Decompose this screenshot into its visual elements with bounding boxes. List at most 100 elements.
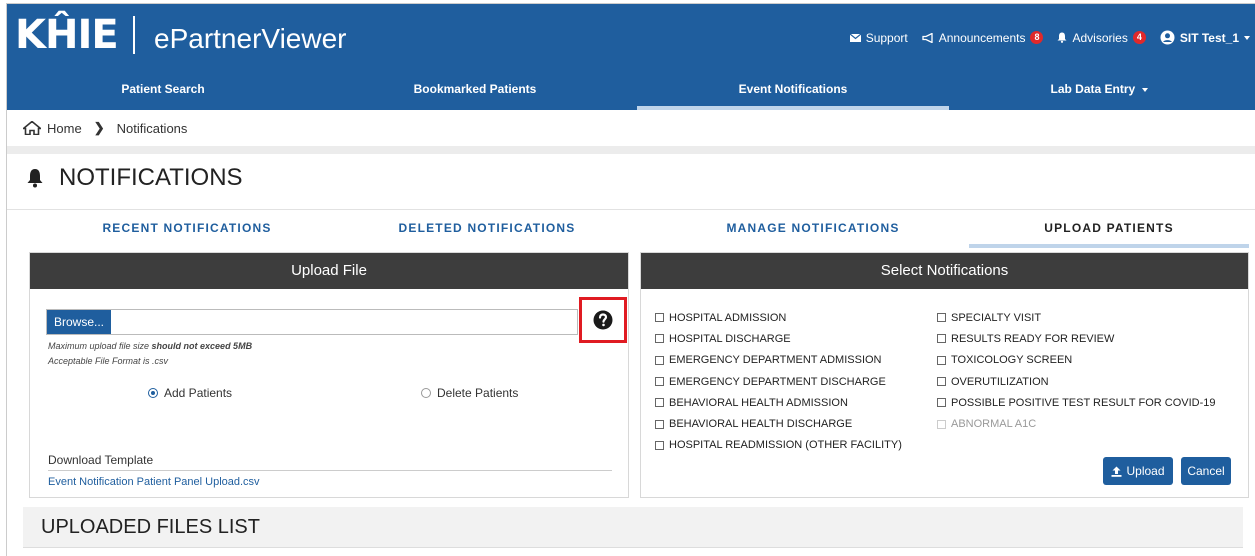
- radio-unselected[interactable]: [421, 388, 431, 398]
- download-template-link[interactable]: Event Notification Patient Panel Upload.…: [48, 476, 260, 488]
- checkbox[interactable]: [937, 355, 946, 365]
- notification-label: TOXICOLOGY SCREEN: [951, 354, 1073, 367]
- checkbox[interactable]: [655, 355, 664, 365]
- main-nav: Patient Search Bookmarked Patients Event…: [7, 70, 1255, 110]
- user-circle-icon: [1160, 30, 1175, 45]
- notification-label: RESULTS READY FOR REVIEW: [951, 332, 1115, 345]
- divider: [23, 547, 1243, 548]
- notification-option[interactable]: HOSPITAL DISCHARGE: [655, 328, 902, 349]
- app-frame: KĤIE ePartnerViewer Support Announcement…: [6, 3, 1255, 556]
- top-right-links: Support Announcements 8 Advisories 4 SIT…: [849, 30, 1250, 45]
- nav-lab-data-entry[interactable]: Lab Data Entry: [943, 70, 1255, 110]
- notification-option[interactable]: EMERGENCY DEPARTMENT ADMISSION: [655, 350, 902, 371]
- notification-label: SPECIALTY VISIT: [951, 311, 1042, 324]
- notification-label: HOSPITAL ADMISSION: [669, 311, 787, 324]
- help-highlight-box: [579, 297, 627, 343]
- page-heading: NOTIFICATIONS: [27, 164, 243, 192]
- upload-icon: [1111, 466, 1122, 477]
- checkbox[interactable]: [937, 334, 946, 344]
- notification-label: BEHAVIORAL HEALTH ADMISSION: [669, 396, 848, 409]
- notification-label: ABNORMAL A1C: [951, 418, 1037, 431]
- notification-label: BEHAVIORAL HEALTH DISCHARGE: [669, 418, 853, 431]
- announcements-label: Announcements: [938, 30, 1026, 45]
- notification-label: HOSPITAL READMISSION (OTHER FACILITY): [669, 439, 902, 452]
- home-icon[interactable]: [23, 121, 41, 135]
- support-link[interactable]: Support: [849, 30, 908, 45]
- caret-down-icon: [1141, 87, 1148, 92]
- tab-upload-patients[interactable]: UPLOAD PATIENTS: [969, 210, 1249, 248]
- delete-patients-label: Delete Patients: [437, 386, 519, 400]
- question-circle-icon[interactable]: [593, 310, 613, 330]
- browse-button[interactable]: Browse...: [47, 310, 111, 334]
- file-size-note-limit: should not exceed 5MB: [151, 341, 253, 351]
- notification-option[interactable]: BEHAVIORAL HEALTH ADMISSION: [655, 392, 902, 413]
- upload-button[interactable]: Upload: [1103, 457, 1173, 485]
- announcements-link[interactable]: Announcements 8: [922, 31, 1044, 45]
- checkbox[interactable]: [937, 398, 946, 408]
- nav-label: Lab Data Entry: [1050, 82, 1136, 96]
- divider: [48, 470, 612, 471]
- checkbox[interactable]: [655, 440, 664, 450]
- notification-option[interactable]: SPECIALTY VISIT: [937, 307, 1215, 328]
- checkbox[interactable]: [937, 377, 946, 387]
- add-patients-option[interactable]: Add Patients: [148, 386, 232, 400]
- notification-option[interactable]: EMERGENCY DEPARTMENT DISCHARGE: [655, 371, 902, 392]
- delete-patients-option[interactable]: Delete Patients: [421, 386, 518, 400]
- select-notifications-header: Select Notifications: [641, 253, 1248, 289]
- notification-option[interactable]: HOSPITAL READMISSION (OTHER FACILITY): [655, 435, 902, 456]
- nav-label: Patient Search: [121, 82, 205, 96]
- tab-recent-notifications[interactable]: RECENT NOTIFICATIONS: [47, 210, 327, 248]
- nav-patient-search[interactable]: Patient Search: [7, 70, 319, 110]
- checkbox[interactable]: [655, 398, 664, 408]
- upload-file-panel: Upload File Browse... Maximum upload fil…: [29, 252, 629, 498]
- nav-label: Bookmarked Patients: [413, 82, 537, 96]
- notification-list-right: SPECIALTY VISIT RESULTS READY FOR REVIEW…: [937, 307, 1215, 435]
- notification-option[interactable]: TOXICOLOGY SCREEN: [937, 350, 1215, 371]
- breadcrumb-current: Notifications: [116, 120, 188, 136]
- tab-manage-notifications[interactable]: MANAGE NOTIFICATIONS: [673, 210, 953, 248]
- cancel-button[interactable]: Cancel: [1181, 457, 1231, 485]
- tab-deleted-notifications[interactable]: DELETED NOTIFICATIONS: [347, 210, 627, 248]
- notification-option[interactable]: BEHAVIORAL HEALTH DISCHARGE: [655, 413, 902, 434]
- file-input[interactable]: Browse...: [46, 309, 578, 335]
- divider-strip: [7, 146, 1255, 154]
- select-notifications-panel: Select Notifications HOSPITAL ADMISSION …: [640, 252, 1249, 498]
- notification-option[interactable]: OVERUTILIZATION: [937, 371, 1215, 392]
- top-bar: KĤIE ePartnerViewer Support Announcement…: [7, 4, 1255, 70]
- uploaded-files-title: UPLOADED FILES LIST: [23, 507, 1243, 547]
- chevron-right-icon: ❯: [93, 120, 105, 135]
- nav-event-notifications[interactable]: Event Notifications: [637, 70, 949, 110]
- user-name: SIT Test_1: [1179, 30, 1239, 45]
- notification-label: EMERGENCY DEPARTMENT DISCHARGE: [669, 375, 886, 388]
- khie-logo[interactable]: KĤIE: [15, 10, 119, 60]
- notification-option[interactable]: RESULTS READY FOR REVIEW: [937, 328, 1215, 349]
- notification-list-left: HOSPITAL ADMISSION HOSPITAL DISCHARGE EM…: [655, 307, 902, 456]
- support-label: Support: [865, 30, 908, 45]
- logo-divider: [133, 16, 135, 54]
- upload-label: Upload: [1126, 464, 1165, 478]
- notification-label: EMERGENCY DEPARTMENT ADMISSION: [669, 354, 882, 367]
- checkbox[interactable]: [655, 419, 664, 429]
- nav-bookmarked-patients[interactable]: Bookmarked Patients: [319, 70, 631, 110]
- envelope-icon: [849, 33, 861, 42]
- file-format-note: Acceptable File Format is .csv: [48, 356, 169, 366]
- checkbox[interactable]: [655, 377, 664, 387]
- radio-selected[interactable]: [148, 388, 158, 398]
- advisories-link[interactable]: Advisories 4: [1057, 31, 1146, 45]
- download-template-title: Download Template: [48, 453, 154, 467]
- notification-tabs: RECENT NOTIFICATIONS DELETED NOTIFICATIO…: [7, 209, 1255, 248]
- announcements-badge: 8: [1030, 31, 1044, 44]
- notification-label: POSSIBLE POSITIVE TEST RESULT FOR COVID-…: [951, 396, 1216, 409]
- notification-option-disabled: ABNORMAL A1C: [937, 413, 1215, 434]
- notification-option[interactable]: POSSIBLE POSITIVE TEST RESULT FOR COVID-…: [937, 392, 1215, 413]
- checkbox[interactable]: [937, 313, 946, 323]
- checkbox[interactable]: [655, 313, 664, 323]
- notification-option[interactable]: HOSPITAL ADMISSION: [655, 307, 902, 328]
- caret-down-icon: [1244, 35, 1250, 40]
- nav-label: Event Notifications: [738, 82, 848, 96]
- add-patients-label: Add Patients: [164, 386, 233, 400]
- user-menu[interactable]: SIT Test_1: [1160, 30, 1250, 45]
- checkbox[interactable]: [655, 334, 664, 344]
- checkbox-disabled: [937, 419, 946, 429]
- breadcrumb-home[interactable]: Home: [47, 121, 82, 136]
